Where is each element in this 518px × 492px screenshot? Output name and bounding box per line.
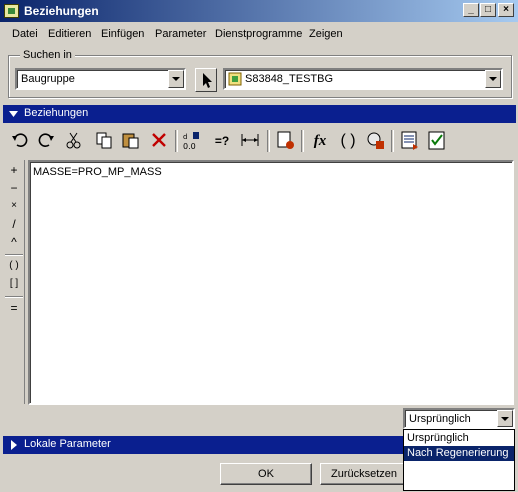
local-params-section-header[interactable]: Lokale Parameter <box>3 436 403 454</box>
toolbar-separator <box>391 130 393 152</box>
undo-icon[interactable] <box>9 130 31 152</box>
expand-triangle-icon <box>11 440 17 450</box>
palette-separator <box>5 296 23 298</box>
parentheses-operator-button[interactable]: ( ) <box>5 258 23 274</box>
order-option-after-regeneration[interactable]: Nach Regenerierung <box>404 446 514 461</box>
toolbar-separator <box>175 130 177 152</box>
title-bar: Beziehungen _ □ × <box>0 0 518 22</box>
search-type-select[interactable]: Baugruppe <box>15 68 186 90</box>
sort-icon[interactable] <box>275 130 297 152</box>
svg-text:0.0: 0.0 <box>183 142 196 151</box>
model-value: S83848_TESTBG <box>245 73 334 85</box>
svg-text:d: d <box>183 133 187 141</box>
menu-editieren[interactable]: Editieren <box>48 28 91 40</box>
paste-icon[interactable] <box>120 130 142 152</box>
model-select[interactable]: S83848_TESTBG <box>223 68 503 90</box>
minus-operator-button[interactable]: − <box>5 180 23 196</box>
order-dropdown-list: Ursprünglich Nach Regenerierung <box>403 429 515 491</box>
order-option-original[interactable]: Ursprünglich <box>404 431 514 446</box>
function-icon[interactable]: fx <box>309 130 331 152</box>
toolbar-separator <box>301 130 303 152</box>
divide-operator-button[interactable]: / <box>5 216 23 232</box>
menu-einfuegen[interactable]: Einfügen <box>101 28 144 40</box>
window-title: Beziehungen <box>24 4 99 18</box>
minimize-button[interactable]: _ <box>463 3 479 17</box>
list-icon[interactable] <box>399 130 421 152</box>
menu-bar: Datei Editieren Einfügen Parameter Diens… <box>0 24 518 44</box>
order-select[interactable]: Ursprünglich <box>403 408 515 429</box>
power-operator-button[interactable]: ^ <box>5 234 23 250</box>
close-button[interactable]: × <box>498 3 514 17</box>
parentheses-icon[interactable]: ( ) <box>337 130 359 152</box>
multiply-operator-button[interactable]: × <box>5 198 23 214</box>
menu-dienstprogramme[interactable]: Dienstprogramme <box>215 28 302 40</box>
chevron-down-icon[interactable] <box>168 70 184 88</box>
collapse-triangle-icon <box>9 111 18 117</box>
verify-icon[interactable] <box>365 130 387 152</box>
equals-operator-button[interactable]: = <box>5 300 23 316</box>
toolbar-separator <box>267 130 269 152</box>
ok-button[interactable]: OK <box>220 463 312 485</box>
cut-icon[interactable] <box>63 130 85 152</box>
relations-section-header[interactable]: Beziehungen <box>3 105 516 123</box>
chevron-down-icon[interactable] <box>497 410 513 427</box>
reset-button[interactable]: Zurücksetzen <box>320 463 408 485</box>
local-params-section-label: Lokale Parameter <box>24 438 111 450</box>
select-model-button[interactable] <box>195 68 217 92</box>
brackets-operator-button[interactable]: [ ] <box>5 276 23 292</box>
menu-zeigen[interactable]: Zeigen <box>309 28 343 40</box>
search-type-value: Baugruppe <box>21 73 75 85</box>
check-icon[interactable] <box>426 130 448 152</box>
assembly-icon <box>228 72 242 86</box>
relations-editor[interactable]: MASSE=PRO_MP_MASS <box>28 160 514 405</box>
plus-operator-button[interactable]: + <box>5 162 23 178</box>
evaluate-icon[interactable]: =? <box>211 130 233 152</box>
relation-line: MASSE=PRO_MP_MASS <box>33 166 162 178</box>
relations-section-label: Beziehungen <box>24 107 89 119</box>
display-values-icon[interactable]: d 0.0 <box>181 130 203 152</box>
relations-toolbar: d 0.0 =? fx ( ) <box>3 126 516 156</box>
delete-icon[interactable] <box>148 130 170 152</box>
cursor-arrow-icon <box>203 73 212 88</box>
app-icon <box>4 4 19 18</box>
order-select-value: Ursprünglich <box>409 413 471 425</box>
chevron-down-icon[interactable] <box>485 70 501 88</box>
palette-separator <box>5 254 23 256</box>
maximize-button[interactable]: □ <box>480 3 496 17</box>
operator-palette: + − × / ^ ( ) [ ] = <box>3 160 25 404</box>
menu-parameter[interactable]: Parameter <box>155 28 206 40</box>
search-group-label: Suchen in <box>20 49 75 61</box>
menu-datei[interactable]: Datei <box>12 28 38 40</box>
copy-icon[interactable] <box>93 130 115 152</box>
redo-icon[interactable] <box>35 130 57 152</box>
dimension-icon[interactable] <box>239 130 261 152</box>
